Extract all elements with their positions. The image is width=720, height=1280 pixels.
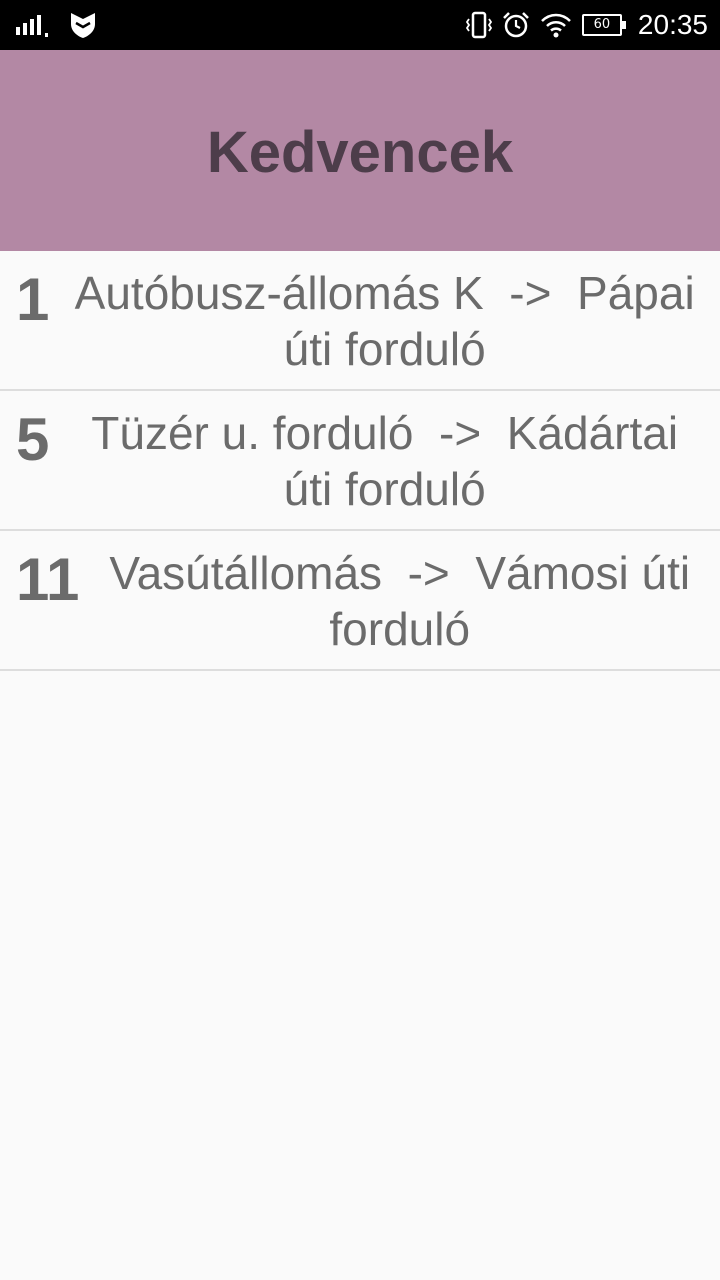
app-header: Kedvencek: [0, 50, 720, 251]
page-title: Kedvencek: [206, 120, 514, 185]
route-label: Autóbusz-állomás K -> Pápai úti forduló: [74, 267, 708, 375]
shield-icon: [70, 11, 96, 39]
favorite-row[interactable]: 11 Vasútállomás -> Vámosi úti forduló: [0, 531, 720, 671]
signal-icon: [16, 13, 50, 37]
favorites-list: 1 Autóbusz-állomás K -> Pápai úti fordul…: [0, 251, 720, 671]
line-number: 5: [16, 406, 50, 473]
line-number: 1: [16, 266, 50, 333]
alarm-icon: [502, 11, 530, 39]
status-bar: 60 20:35: [0, 0, 720, 50]
line-number: 11: [16, 546, 80, 613]
battery-level: 60: [593, 17, 611, 32]
favorite-row[interactable]: 5 Tüzér u. forduló -> Kádártai úti fordu…: [0, 391, 720, 531]
route-label: Vasútállomás -> Vámosi úti forduló: [109, 547, 703, 655]
favorite-row[interactable]: 1 Autóbusz-állomás K -> Pápai úti fordul…: [0, 251, 720, 391]
wifi-icon: [540, 12, 572, 38]
status-time: 20:35: [637, 9, 708, 40]
battery-icon: 60: [581, 14, 626, 36]
route-label: Tüzér u. forduló -> Kádártai úti forduló: [91, 407, 691, 515]
vibrate-icon: [465, 11, 492, 39]
